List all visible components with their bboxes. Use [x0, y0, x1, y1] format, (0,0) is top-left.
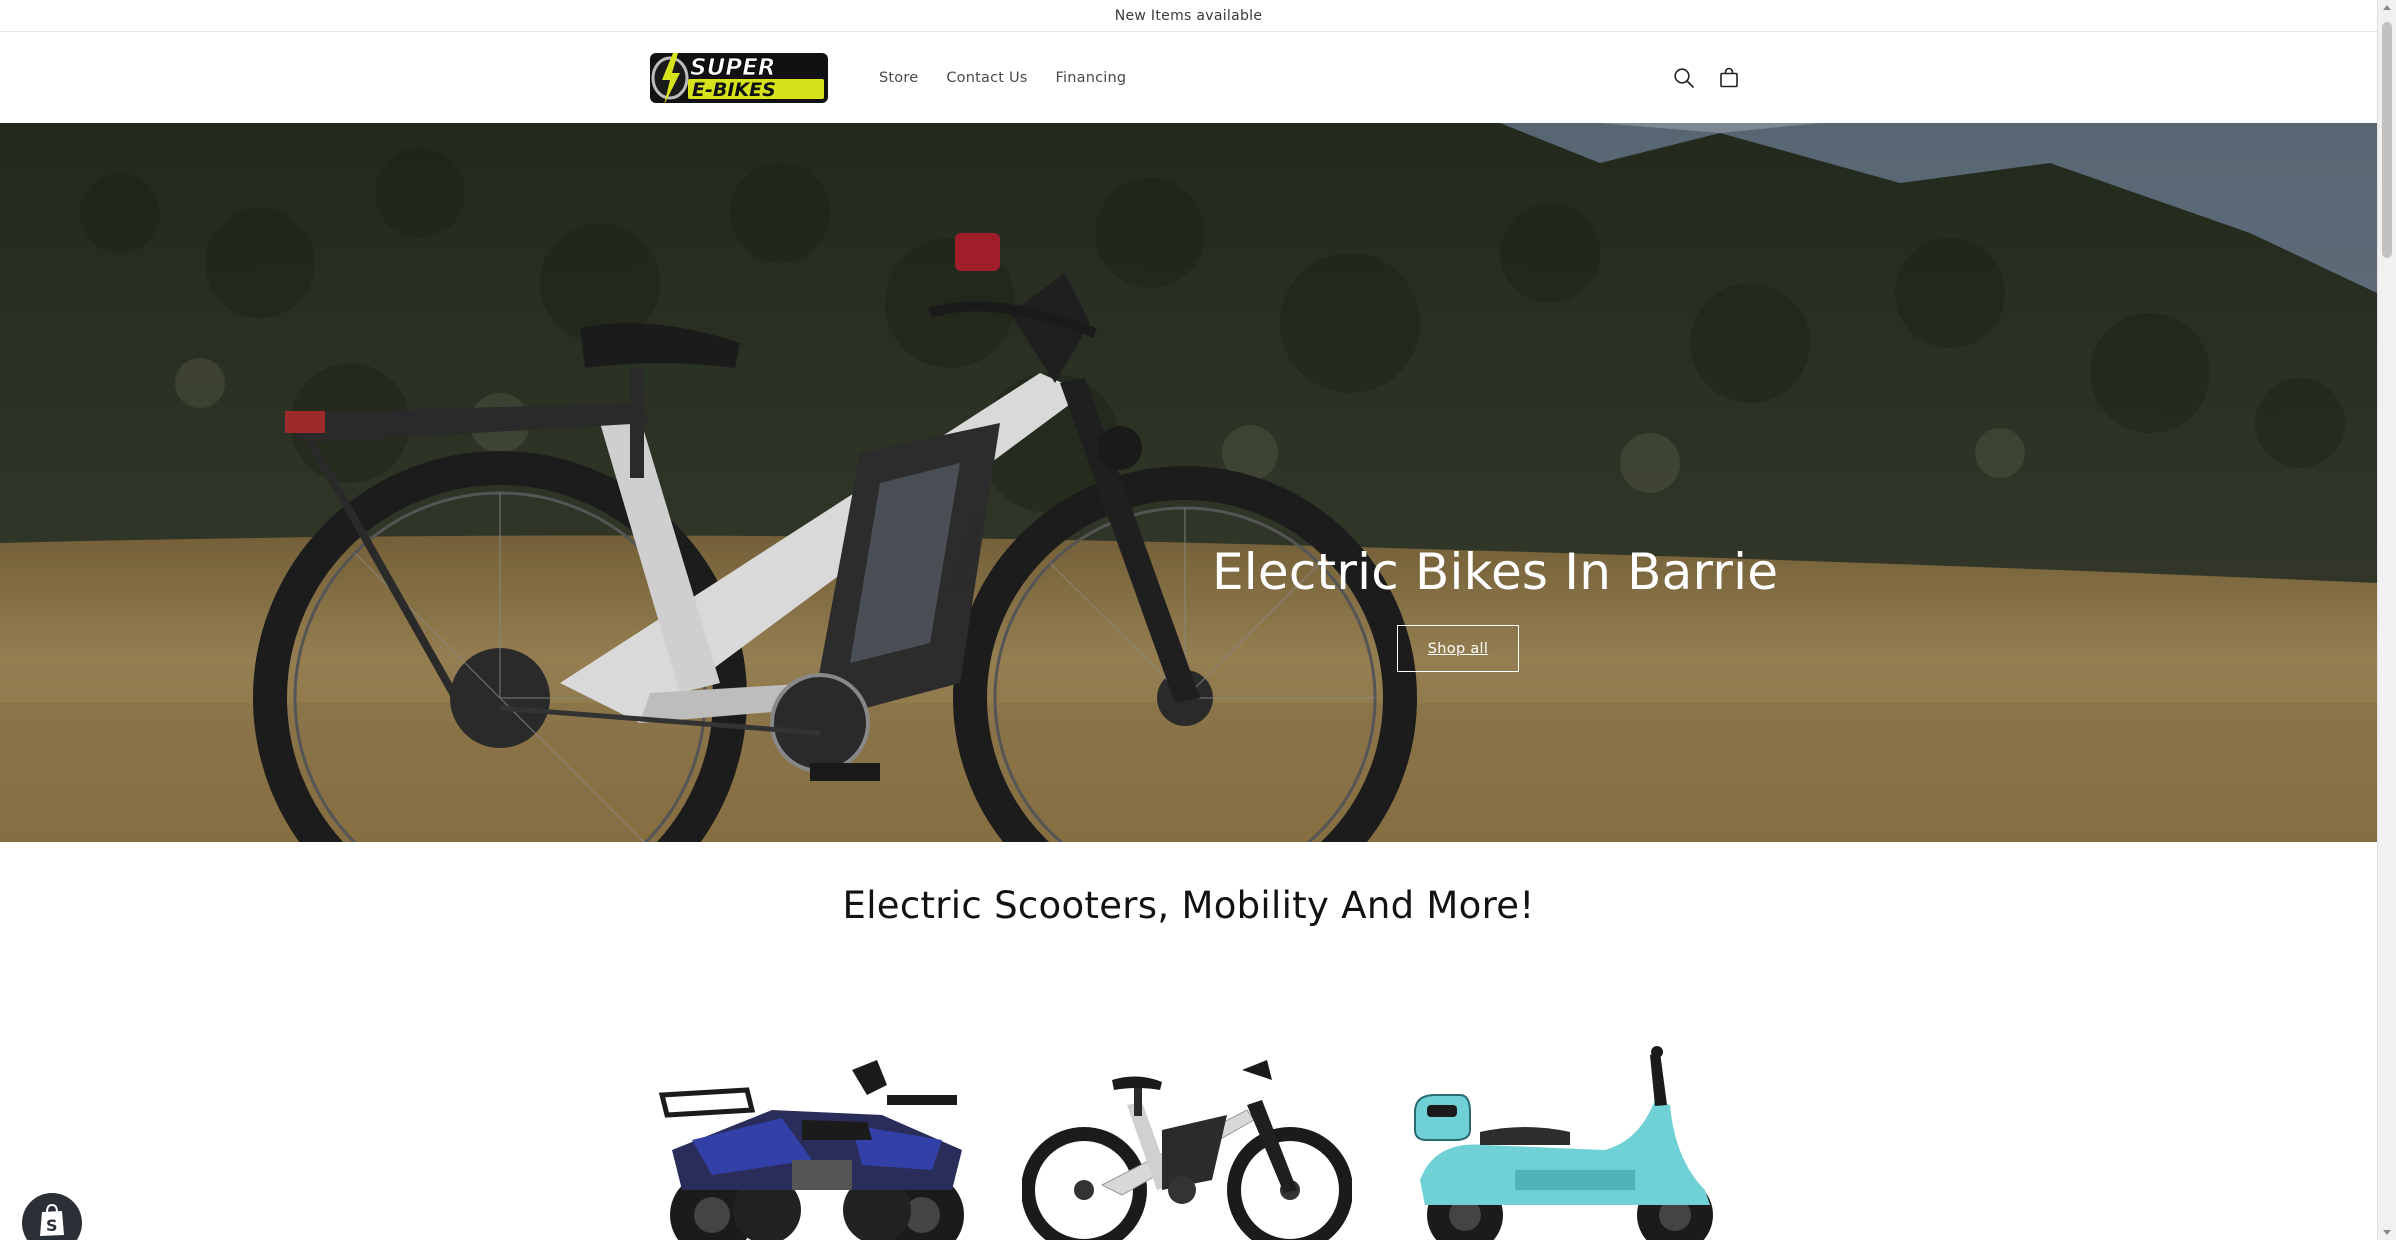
product-card-ebike[interactable] — [1021, 1040, 1353, 1240]
svg-text:SUPER: SUPER — [690, 55, 776, 81]
ebike-image — [1021, 1060, 1353, 1240]
scroll-down-icon[interactable] — [2383, 1230, 2391, 1235]
atv-image — [658, 1060, 964, 1240]
shopify-chat-button[interactable]: S — [22, 1193, 82, 1240]
scooter-image — [1414, 1046, 1713, 1240]
cart-button[interactable] — [1713, 62, 1745, 94]
nav-financing[interactable]: Financing — [1056, 70, 1127, 86]
scroll-up-icon[interactable] — [2383, 5, 2391, 10]
nav-contact-us[interactable]: Contact Us — [946, 70, 1027, 86]
hero-background-image: HIMIWAY — [0, 123, 2377, 842]
scrollbar-thumb[interactable] — [2382, 22, 2392, 258]
site-header: SUPER E-BIKES Store Contact Us Financing — [0, 33, 2377, 123]
product-card-scooter[interactable] — [1405, 1040, 1735, 1240]
search-icon — [1674, 68, 1694, 88]
page-scrollbar[interactable] — [2377, 0, 2396, 1240]
nav-store[interactable]: Store — [879, 70, 918, 86]
collection-title: Electric Scooters, Mobility And More! — [842, 884, 1535, 927]
shopify-bag-icon: S — [40, 1203, 64, 1236]
announcement-text: New Items available — [1114, 7, 1263, 24]
svg-text:S: S — [46, 1216, 58, 1235]
announcement-bar: New Items available — [0, 0, 2377, 32]
logo-image: SUPER E-BIKES — [650, 53, 828, 105]
cart-icon — [1720, 67, 1738, 88]
site-logo[interactable]: SUPER E-BIKES — [648, 47, 830, 109]
page: New Items available SUPER E-BIKES Store … — [0, 0, 2377, 1240]
shop-all-button[interactable]: Shop all — [1397, 625, 1519, 672]
hero-title: Electric Bikes In Barrie — [1212, 543, 1779, 601]
main-nav: Store Contact Us Financing — [879, 33, 1154, 123]
product-card-atv[interactable] — [652, 1040, 982, 1240]
svg-text:E-BIKES: E-BIKES — [692, 79, 776, 101]
search-button[interactable] — [1668, 62, 1700, 94]
hero-banner: HIMIWAY Electric Bikes In Barrie Shop al… — [0, 123, 2377, 842]
